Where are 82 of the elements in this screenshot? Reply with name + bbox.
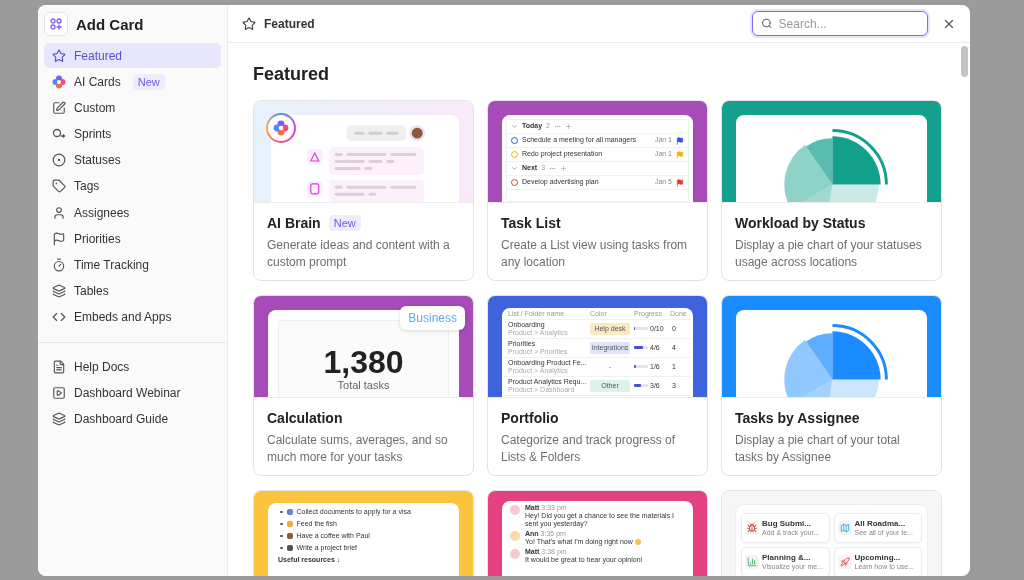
section-title: Featured bbox=[253, 63, 331, 85]
new-badge: New bbox=[132, 73, 165, 90]
card-description: Categorize and track progress of Lists & Folders bbox=[501, 432, 677, 466]
sidebar-item[interactable]: AI Cards New bbox=[44, 69, 221, 95]
card-description: Display a pie chart of your statuses usage across locations bbox=[735, 237, 923, 271]
sidebar-item[interactable]: Time Tracking bbox=[44, 252, 221, 278]
bullet-icon bbox=[280, 510, 283, 514]
map-icon bbox=[839, 523, 850, 533]
search-field[interactable]: Search... bbox=[752, 11, 928, 36]
search-input[interactable]: Search... bbox=[778, 16, 919, 31]
target-icon bbox=[52, 153, 66, 168]
highlight-arc bbox=[832, 324, 888, 380]
feature-card[interactable]: Workload by Status Display a pie chart of your statuses usage across locations bbox=[721, 100, 942, 281]
scrollbar-thumb[interactable] bbox=[961, 46, 968, 77]
layers-icon bbox=[52, 411, 66, 426]
play-icon bbox=[52, 385, 66, 400]
chevron-down-icon bbox=[511, 123, 518, 130]
timer-icon bbox=[52, 258, 66, 272]
app-logo-icon bbox=[44, 12, 68, 36]
header-title: Featured bbox=[264, 16, 316, 31]
star-icon bbox=[242, 16, 256, 31]
card-title: Calculation bbox=[267, 409, 343, 427]
sidebar-link[interactable]: Help Docs bbox=[44, 354, 221, 380]
layers-icon bbox=[52, 284, 66, 299]
feature-card[interactable]: Tasks by Assignee Display a pie chart of your total tasks by Assignee bbox=[721, 295, 942, 476]
sidebar-item[interactable]: Tables bbox=[44, 278, 221, 304]
chevron-down-icon bbox=[511, 165, 518, 172]
search-icon bbox=[761, 17, 773, 30]
highlight-arc bbox=[832, 129, 888, 185]
sidebar-item[interactable]: Featured bbox=[44, 43, 221, 68]
template-title: Planning &... bbox=[762, 553, 812, 563]
sidebar-item[interactable]: Statuses bbox=[44, 147, 221, 173]
user-icon bbox=[52, 205, 66, 220]
sidebar-item[interactable]: Custom bbox=[44, 95, 221, 121]
total-value: 1,380 bbox=[323, 345, 404, 379]
feature-card[interactable]: 1,380 Total tasks Business Calculation Calculate sums, averages, and so much more for your tasks bbox=[253, 295, 474, 476]
card-description: Generate ideas and content with a custom prompt bbox=[267, 237, 451, 271]
bullet-icon bbox=[280, 522, 283, 526]
flower-icon bbox=[52, 74, 66, 89]
sidebar-item[interactable]: Priorities bbox=[44, 226, 221, 252]
plus-icon bbox=[565, 123, 572, 130]
card-description: Display a pie chart of your total tasks by Assignee bbox=[735, 432, 901, 466]
plus-icon bbox=[560, 165, 568, 172]
tag-icon bbox=[52, 179, 66, 194]
card-title: Workload by Status bbox=[735, 214, 866, 232]
feature-card[interactable] bbox=[487, 295, 708, 476]
flag-icon bbox=[52, 231, 66, 246]
business-badge: Business bbox=[400, 306, 465, 330]
edit-icon bbox=[52, 100, 66, 115]
card-title: Tasks by Assignee bbox=[735, 409, 860, 427]
template-title: Upcoming... bbox=[854, 553, 902, 563]
avatar bbox=[510, 505, 520, 515]
template-title: Bug Submi... bbox=[762, 519, 812, 529]
bullet-icon bbox=[280, 546, 283, 550]
sidebar-item[interactable]: Sprints bbox=[44, 121, 221, 147]
progress-bar bbox=[634, 384, 648, 388]
bar-chart-icon bbox=[747, 557, 757, 567]
dialog-title: Add Card bbox=[76, 15, 144, 33]
card-title: Task List bbox=[501, 214, 561, 232]
emoji-icon bbox=[634, 539, 641, 546]
feature-card[interactable]: AI Brain New Generate ideas and content with a custom prompt bbox=[253, 100, 474, 281]
card-title: Portfolio bbox=[501, 409, 559, 427]
bullet-icon bbox=[280, 534, 283, 538]
sidebar-item[interactable]: Embeds and Apps bbox=[44, 304, 221, 330]
new-badge: New bbox=[328, 215, 361, 231]
flower-mark-icon bbox=[273, 120, 289, 136]
sidebar-link[interactable]: Dashboard Guide bbox=[44, 406, 221, 432]
avatar bbox=[510, 531, 520, 542]
bug-icon bbox=[747, 523, 757, 533]
document-icon bbox=[52, 359, 66, 374]
progress-bar bbox=[634, 346, 648, 350]
total-caption: Total tasks bbox=[337, 379, 390, 391]
avatar bbox=[510, 549, 520, 560]
card-description: Create a List view using tasks from any location bbox=[501, 237, 689, 271]
card-title: AI Brain bbox=[267, 214, 321, 232]
sidebar-link[interactable]: Dashboard Webinar bbox=[44, 380, 221, 406]
sidebar-item[interactable]: Tags bbox=[44, 173, 221, 199]
card-description: Calculate sums, averages, and so much more for your tasks bbox=[267, 432, 449, 466]
template-title: All Roadma... bbox=[854, 519, 907, 529]
star-icon bbox=[52, 48, 66, 63]
rocket-icon bbox=[839, 557, 850, 567]
sidebar-item[interactable]: Assignees bbox=[44, 200, 221, 226]
